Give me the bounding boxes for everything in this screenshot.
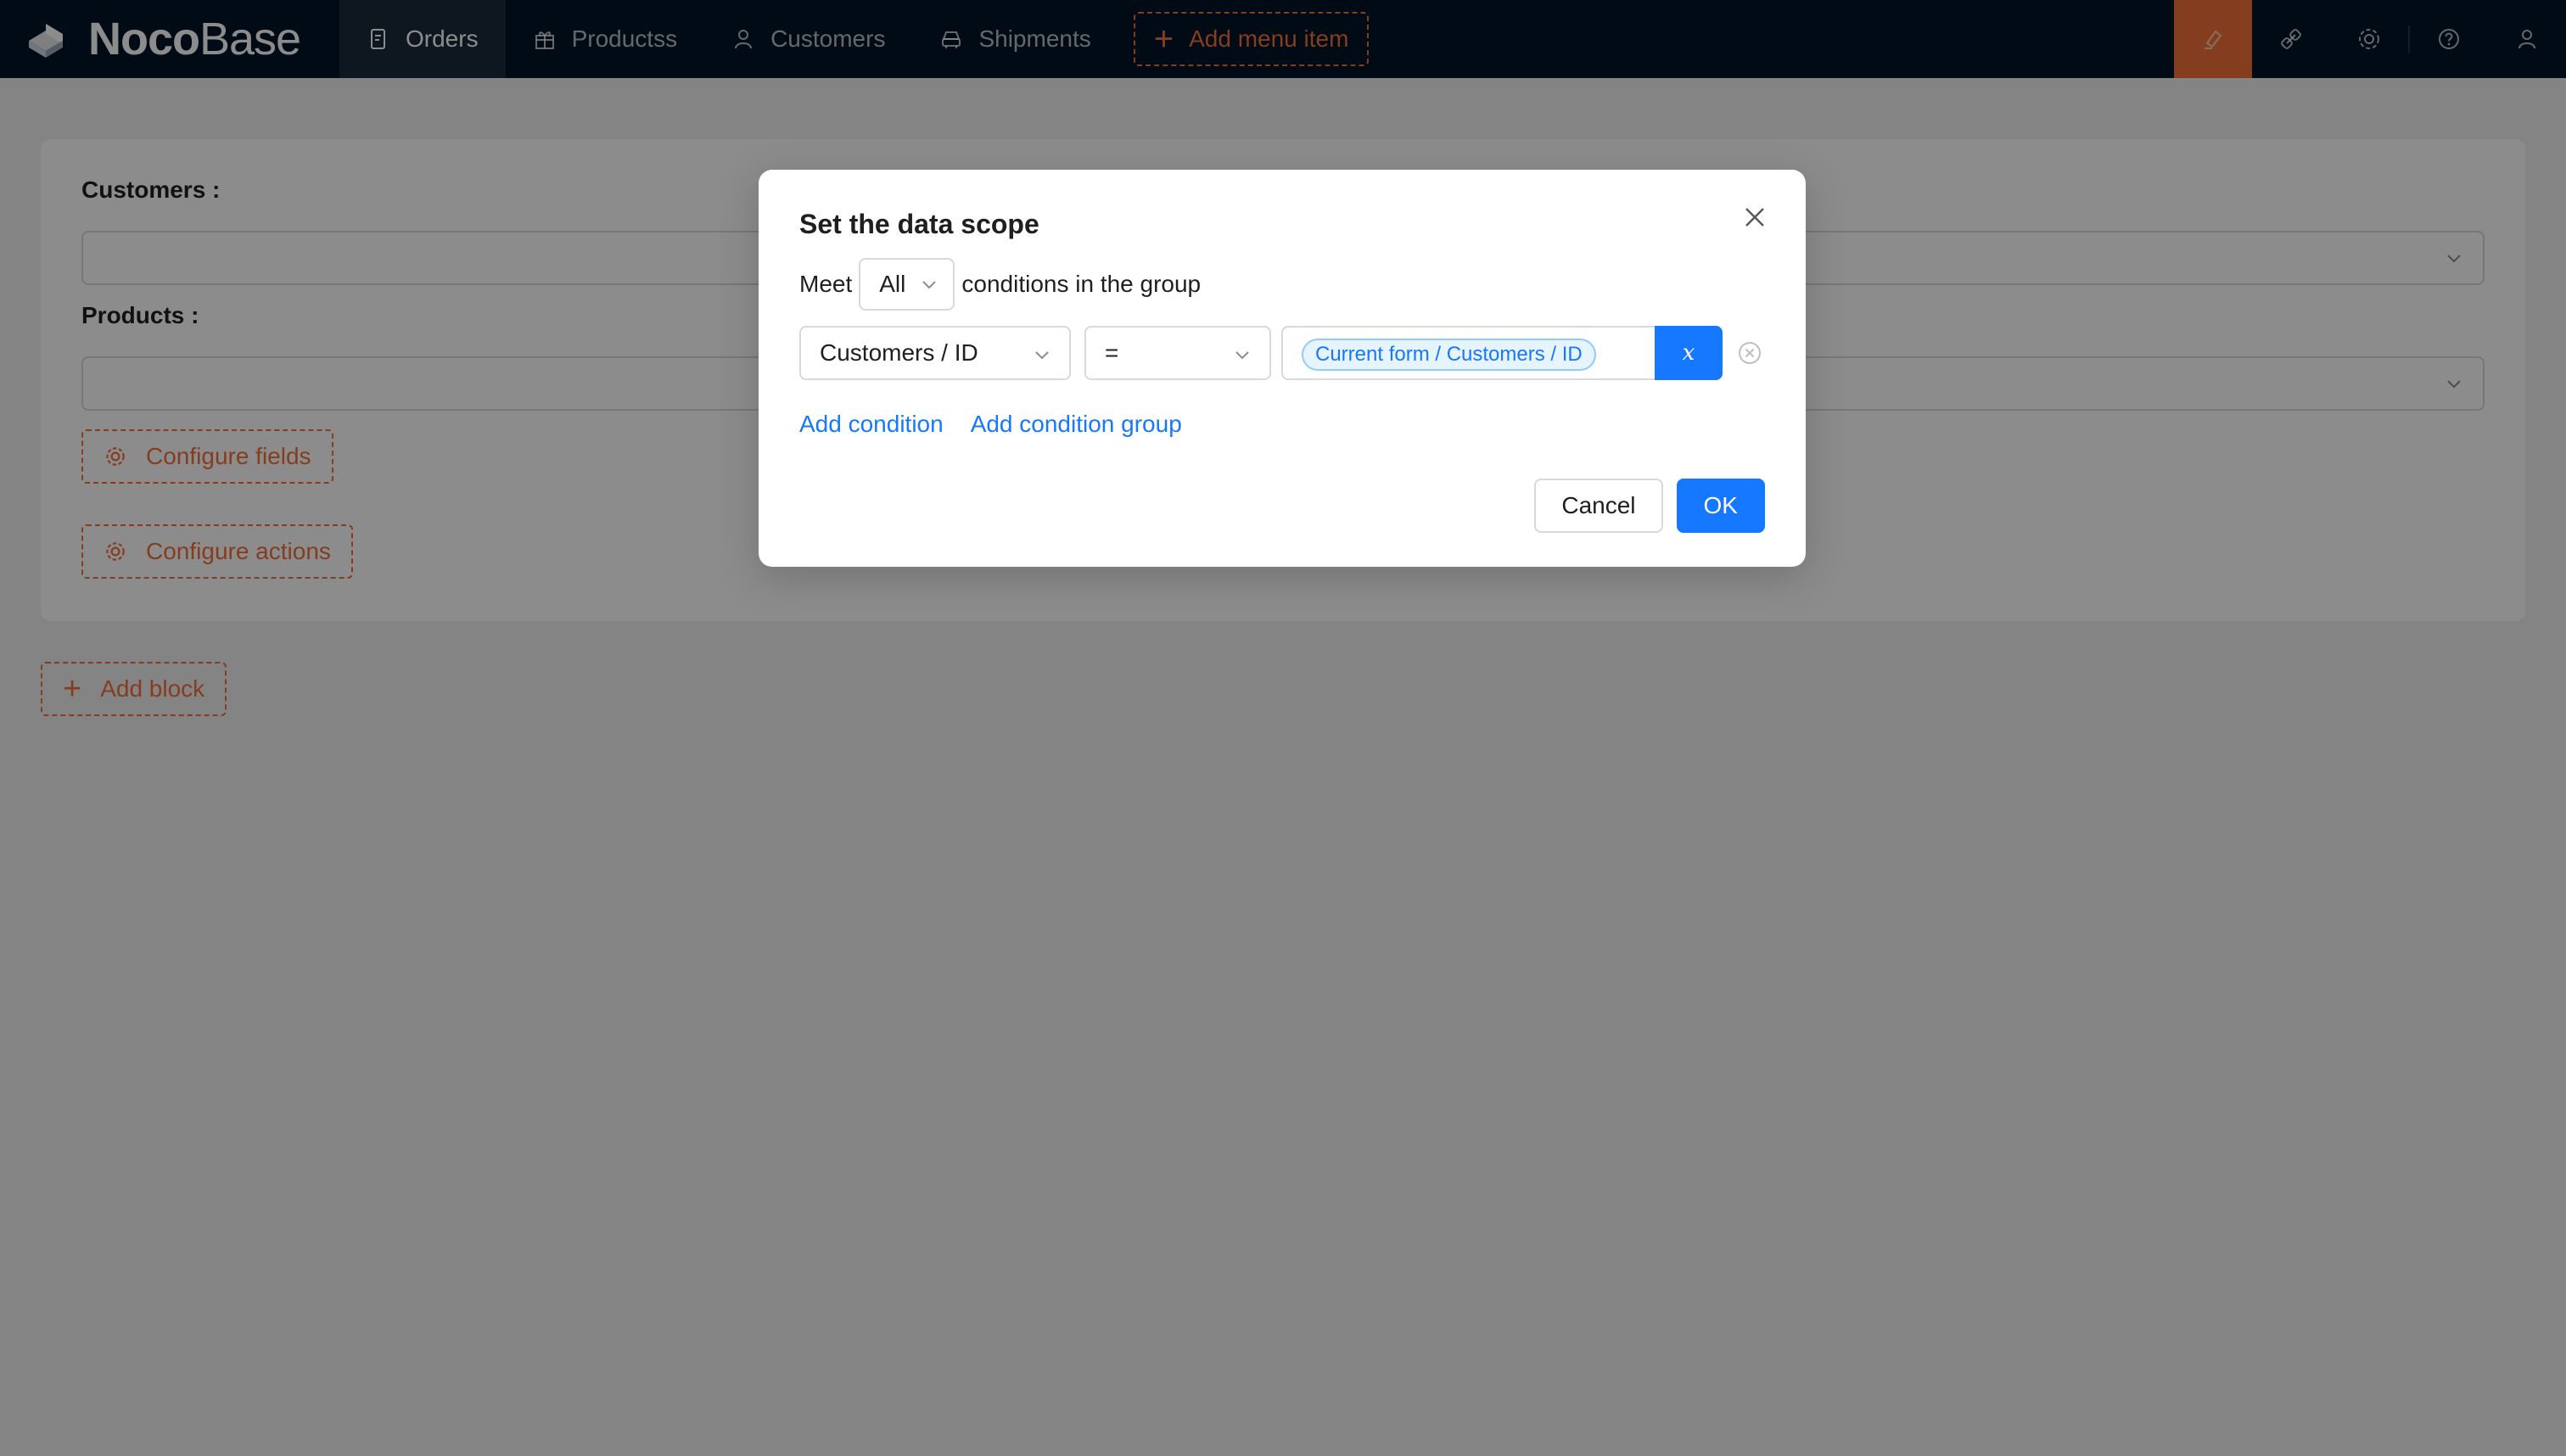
ok-button[interactable]: OK	[1676, 479, 1765, 533]
add-condition-links: Add condition Add condition group	[799, 411, 1209, 438]
add-condition-group-link[interactable]: Add condition group	[971, 411, 1182, 438]
remove-condition-icon[interactable]	[1736, 339, 1763, 367]
condition-value-input[interactable]: Current form / Customers / ID x	[1281, 326, 1723, 380]
variable-picker-button[interactable]: x	[1655, 326, 1723, 380]
cancel-button[interactable]: Cancel	[1534, 479, 1663, 533]
chevron-down-icon	[1235, 351, 1249, 360]
condition-operator-value: =	[1105, 339, 1119, 366]
condition-field-select[interactable]: Customers / ID	[799, 326, 1071, 380]
meet-prefix: Meet	[799, 271, 853, 297]
data-scope-modal: Set the data scope Meet All conditions i…	[759, 170, 1806, 567]
add-condition-link[interactable]: Add condition	[799, 411, 944, 438]
close-button[interactable]	[1738, 200, 1772, 234]
modal-title: Set the data scope	[799, 209, 1039, 239]
chevron-down-icon	[1035, 351, 1049, 360]
group-logic-row: Meet All conditions in the group	[799, 258, 1201, 311]
variable-tag[interactable]: Current form / Customers / ID	[1302, 339, 1596, 371]
condition-operator-select[interactable]: =	[1084, 326, 1271, 380]
close-icon	[1745, 208, 1764, 227]
condition-row: Customers / ID = Current form / Customer…	[799, 326, 1775, 380]
meet-suffix: conditions in the group	[961, 271, 1202, 297]
modal-footer: Cancel OK	[1534, 479, 1765, 533]
group-logic-select[interactable]: All	[859, 258, 955, 311]
group-logic-value: All	[879, 271, 906, 297]
chevron-down-icon	[922, 281, 937, 289]
condition-field-value: Customers / ID	[820, 339, 978, 366]
